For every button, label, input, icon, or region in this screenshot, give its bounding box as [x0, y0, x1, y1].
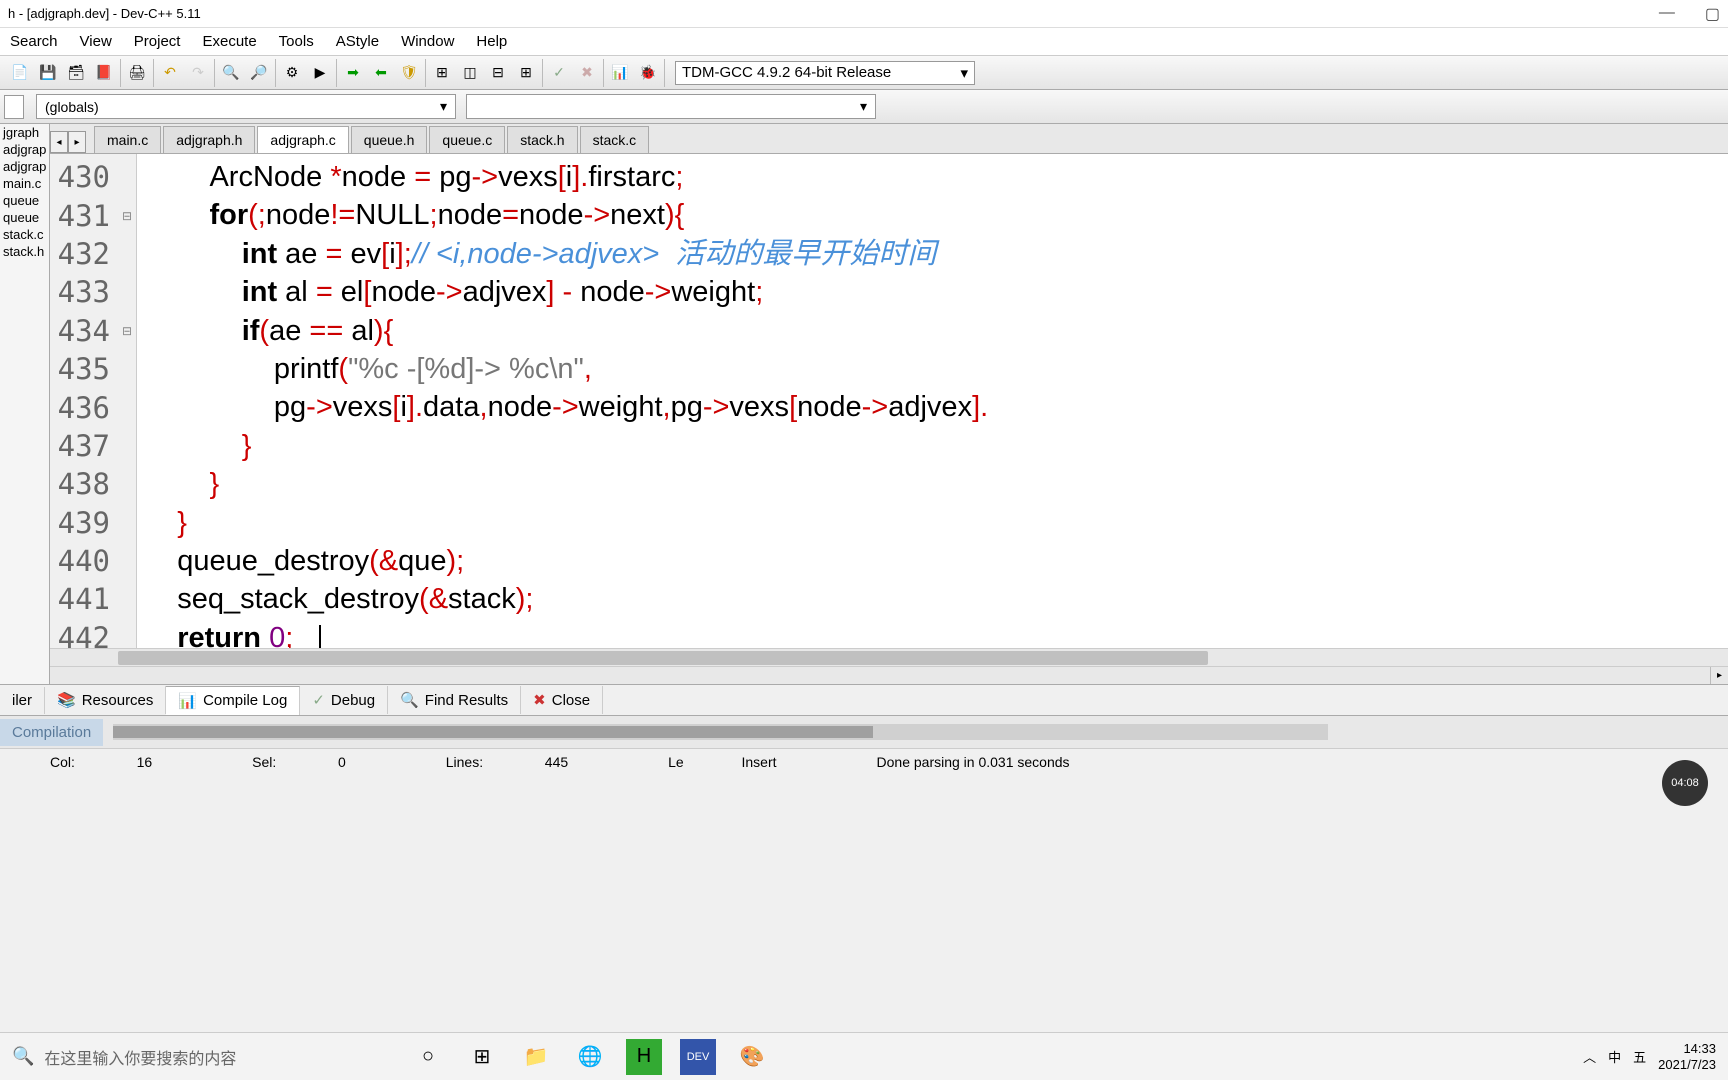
- horizontal-scrollbar[interactable]: [50, 648, 1728, 666]
- chrome-icon[interactable]: 🌐: [572, 1039, 608, 1075]
- save-icon[interactable]: 💾: [36, 61, 60, 85]
- menu-help[interactable]: Help: [476, 33, 507, 50]
- list-item[interactable]: main.c: [0, 175, 49, 192]
- class-dropdown[interactable]: (globals)▾: [36, 94, 456, 119]
- check-icon: ✓: [312, 691, 325, 709]
- undo-icon[interactable]: ↶: [158, 61, 182, 85]
- menubar: Search View Project Execute Tools AStyle…: [0, 28, 1728, 56]
- code-content[interactable]: ArcNode *node = pg->vexs[i].firstarc; fo…: [137, 154, 988, 648]
- file-tab[interactable]: queue.h: [351, 126, 428, 153]
- menu-project[interactable]: Project: [134, 33, 181, 50]
- menu-execute[interactable]: Execute: [202, 33, 256, 50]
- profile-icon[interactable]: 📊: [608, 61, 632, 85]
- statusbar: Col: 16 Sel: 0 Lines: 445 Le Insert Done…: [0, 748, 1728, 774]
- goto-icon[interactable]: ➡: [341, 61, 365, 85]
- paint-icon[interactable]: 🎨: [734, 1039, 770, 1075]
- tab-resources[interactable]: 📚Resources: [45, 686, 166, 714]
- explorer-icon[interactable]: 📁: [518, 1039, 554, 1075]
- project-panel[interactable]: jgraph adjgrap adjgrap main.c queue queu…: [0, 124, 50, 684]
- compilation-scrollbar[interactable]: [113, 724, 1328, 740]
- menu-view[interactable]: View: [80, 33, 112, 50]
- file-tab[interactable]: adjgraph.c: [257, 126, 348, 153]
- file-tab[interactable]: main.c: [94, 126, 161, 153]
- tab-find-results[interactable]: 🔍Find Results: [388, 686, 521, 714]
- debug-icon[interactable]: 🛡: [397, 61, 421, 85]
- back-icon[interactable]: ⬅: [369, 61, 393, 85]
- devcpp-icon[interactable]: DEV: [680, 1039, 716, 1075]
- check-icon[interactable]: ✓: [547, 61, 571, 85]
- bug-icon[interactable]: 🐞: [636, 61, 660, 85]
- file-tab[interactable]: queue.c: [429, 126, 505, 153]
- error-icon[interactable]: ✖: [575, 61, 599, 85]
- maximize-button[interactable]: ▢: [1705, 4, 1720, 24]
- nav-row: (globals)▾ ▾: [0, 90, 1728, 124]
- taskview-icon[interactable]: ⊞: [464, 1039, 500, 1075]
- replace-icon[interactable]: 🔎: [247, 61, 271, 85]
- tab-compile-log[interactable]: 📊Compile Log: [166, 686, 300, 715]
- file-tabs: ◂ ▸ main.cadjgraph.hadjgraph.cqueue.hque…: [50, 124, 1728, 154]
- tab-debug[interactable]: ✓Debug: [300, 686, 388, 714]
- compile-icon[interactable]: ⚙: [280, 61, 304, 85]
- app1-icon[interactable]: H: [626, 1039, 662, 1075]
- tab-scroll-left[interactable]: ◂: [50, 131, 68, 153]
- compilation-row: Compilation: [0, 716, 1728, 748]
- compiler-selector[interactable]: TDM-GCC 4.9.2 64-bit Release▾: [675, 61, 975, 85]
- menu-astyle[interactable]: AStyle: [336, 33, 379, 50]
- line-gutter: 430431⊟432433434⊟43543643743843944044144…: [50, 154, 137, 648]
- search-placeholder: 在这里输入你要搜索的内容: [44, 1045, 236, 1069]
- file-tab[interactable]: stack.c: [580, 126, 650, 153]
- function-dropdown[interactable]: ▾: [466, 94, 876, 119]
- scroll-right-icon[interactable]: ▸: [1710, 667, 1728, 684]
- tray-chevron-icon[interactable]: ︿: [1583, 1047, 1596, 1066]
- new-icon[interactable]: 📄: [8, 61, 32, 85]
- grid4-icon[interactable]: ⊞: [514, 61, 538, 85]
- redo-icon[interactable]: ↷: [186, 61, 210, 85]
- list-item[interactable]: queue: [0, 209, 49, 226]
- nav-box[interactable]: [4, 95, 24, 119]
- tab-scroll-right[interactable]: ▸: [68, 131, 86, 153]
- menu-tools[interactable]: Tools: [279, 33, 314, 50]
- video-timestamp-badge: 04:08: [1662, 760, 1708, 806]
- list-item[interactable]: stack.c: [0, 226, 49, 243]
- menu-search[interactable]: Search: [10, 33, 58, 50]
- tab-compiler[interactable]: iler: [0, 687, 45, 714]
- saveall-icon[interactable]: 🗃: [64, 61, 88, 85]
- taskbar-search[interactable]: 🔍 在这里输入你要搜索的内容: [0, 1045, 400, 1069]
- titlebar: h - [adjgraph.dev] - Dev-C++ 5.11 — ▢: [0, 0, 1728, 28]
- menu-window[interactable]: Window: [401, 33, 454, 50]
- grid2-icon[interactable]: ◫: [458, 61, 482, 85]
- list-item[interactable]: jgraph: [0, 124, 49, 141]
- compilation-label: Compilation: [0, 719, 103, 746]
- grid3-icon[interactable]: ⊟: [486, 61, 510, 85]
- taskbar: 🔍 在这里输入你要搜索的内容 ○ ⊞ 📁 🌐 H DEV 🎨 ︿ 中 五 14:…: [0, 1032, 1728, 1080]
- close-icon: ✖: [533, 691, 546, 709]
- resources-icon: 📚: [57, 691, 76, 709]
- day-indicator: 五: [1633, 1047, 1646, 1066]
- print-icon[interactable]: 🖨: [125, 61, 149, 85]
- output-tabs: iler 📚Resources 📊Compile Log ✓Debug 🔍Fin…: [0, 684, 1728, 716]
- list-item[interactable]: stack.h: [0, 243, 49, 260]
- tab-close[interactable]: ✖Close: [521, 686, 603, 714]
- ime-indicator[interactable]: 中: [1608, 1047, 1621, 1066]
- cortana-icon[interactable]: ○: [410, 1039, 446, 1075]
- chart-icon: 📊: [178, 692, 197, 710]
- window-title: h - [adjgraph.dev] - Dev-C++ 5.11: [8, 6, 1659, 21]
- list-item[interactable]: adjgrap: [0, 158, 49, 175]
- file-tab[interactable]: stack.h: [507, 126, 577, 153]
- code-editor[interactable]: 430431⊟432433434⊟43543643743843944044144…: [50, 154, 1728, 648]
- file-tab[interactable]: adjgraph.h: [163, 126, 255, 153]
- toolbar: 📄 💾 🗃 📕 🖨 ↶ ↷ 🔍 🔎 ⚙ ▶ ➡ ⬅ 🛡 ⊞ ◫ ⊟ ⊞ ✓ ✖ …: [0, 56, 1728, 90]
- close-icon[interactable]: 📕: [92, 61, 116, 85]
- minimize-button[interactable]: —: [1659, 4, 1675, 24]
- list-item[interactable]: adjgrap: [0, 141, 49, 158]
- tray-clock[interactable]: 14:33 2021/7/23: [1658, 1041, 1716, 1072]
- run-icon[interactable]: ▶: [308, 61, 332, 85]
- grid1-icon[interactable]: ⊞: [430, 61, 454, 85]
- search-icon: 🔍: [400, 691, 419, 709]
- list-item[interactable]: queue: [0, 192, 49, 209]
- scrollbar-thumb[interactable]: [118, 651, 1208, 665]
- find-icon[interactable]: 🔍: [219, 61, 243, 85]
- search-icon: 🔍: [12, 1046, 34, 1067]
